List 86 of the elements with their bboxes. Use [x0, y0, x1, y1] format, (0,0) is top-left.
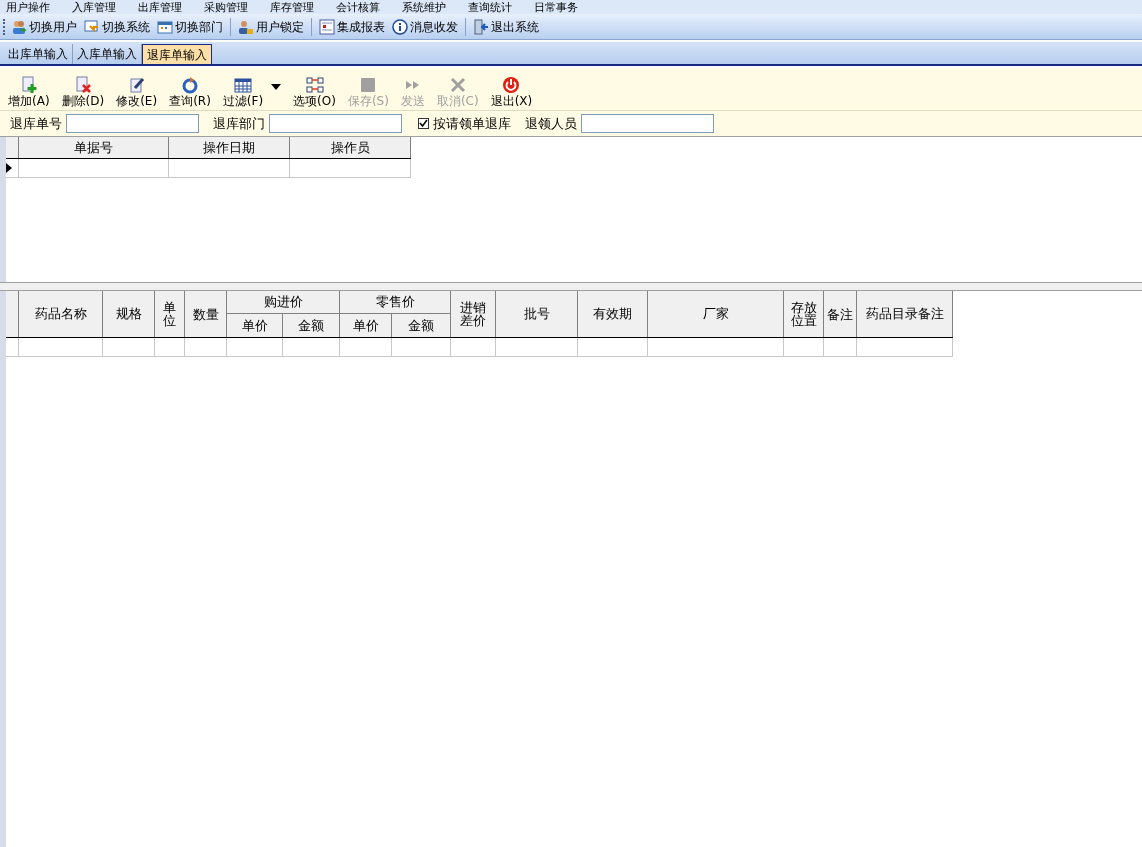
field-label: 退领人员 — [525, 114, 577, 133]
edit-document-icon — [127, 76, 146, 94]
menu-item[interactable]: 入库管理 — [72, 2, 116, 14]
toolbar-button[interactable]: 用户锁定 — [236, 17, 306, 36]
table-cell — [392, 338, 451, 357]
action-button[interactable]: 查询(R) — [169, 76, 211, 108]
column-header[interactable]: 药品目录备注 — [857, 291, 953, 337]
cross-icon — [448, 76, 467, 94]
calendar-icon — [157, 18, 173, 35]
table-cell — [103, 338, 155, 357]
column-header[interactable]: 药品名称 — [19, 291, 103, 337]
column-group-header: 零售价 — [340, 291, 450, 314]
field-label: 退库单号 — [10, 114, 62, 133]
table-cell — [340, 338, 392, 357]
action-button[interactable]: 删除(D) — [61, 76, 105, 108]
checkbox[interactable]: 按请领单退库 — [418, 113, 511, 134]
column-header[interactable]: 操作日期 — [169, 137, 290, 158]
input-field[interactable] — [581, 114, 714, 133]
column-header[interactable]: 金额 — [283, 314, 339, 337]
options-icon — [305, 76, 324, 94]
check-icon — [419, 119, 428, 128]
column-header[interactable]: 规格 — [103, 291, 155, 337]
toolbar-button[interactable]: 切换部门 — [155, 17, 225, 36]
table-cell — [155, 338, 185, 357]
table-cell — [283, 338, 340, 357]
report-icon — [319, 18, 335, 35]
users-icon — [11, 18, 27, 35]
input-field[interactable] — [269, 114, 402, 133]
toolbar-button[interactable]: 切换用户 — [9, 17, 79, 36]
column-header[interactable]: 批号 — [496, 291, 578, 337]
menu-item[interactable]: 出库管理 — [138, 2, 182, 14]
column-header[interactable]: 存放位置 — [784, 291, 824, 337]
input-field[interactable] — [66, 114, 199, 133]
table-cell — [185, 338, 227, 357]
door-exit-icon — [473, 18, 489, 35]
window-arrow-icon — [84, 18, 100, 35]
column-header[interactable]: 单价 — [340, 314, 392, 337]
action-button[interactable]: 增加(A) — [8, 76, 50, 108]
splitter[interactable] — [0, 282, 1142, 291]
table-cell — [451, 338, 496, 357]
column-header[interactable]: 进销差价 — [451, 291, 496, 337]
menu-item[interactable]: 日常事务 — [534, 2, 578, 14]
field-label: 退库部门 — [213, 114, 265, 133]
add-document-icon — [19, 76, 38, 94]
current-row-icon — [6, 163, 12, 173]
toolbar-button[interactable]: 集成报表 — [317, 17, 387, 36]
grid-icon — [233, 76, 252, 94]
toolbar-button[interactable]: 消息收发 — [390, 17, 460, 36]
toolbar-button[interactable]: 退出系统 — [471, 17, 541, 36]
menu-item[interactable]: 会计核算 — [336, 2, 380, 14]
action-button[interactable]: 修改(E) — [116, 76, 158, 108]
user-lock-icon — [238, 18, 254, 35]
grip-handle[interactable] — [3, 18, 6, 35]
menu-item[interactable]: 库存管理 — [270, 2, 314, 14]
table-cell — [784, 338, 824, 357]
column-header[interactable]: 数量 — [185, 291, 227, 337]
refresh-icon — [181, 76, 199, 94]
table-cell — [227, 338, 283, 357]
table-cell — [824, 338, 857, 357]
info-icon — [392, 18, 408, 35]
power-icon — [502, 76, 521, 94]
table-cell — [578, 338, 648, 357]
action-button[interactable]: 选项(O) — [293, 76, 336, 108]
tab[interactable]: 退库单输入 — [142, 44, 212, 64]
column-header[interactable]: 金额 — [392, 314, 450, 337]
menu-item[interactable]: 查询统计 — [468, 2, 512, 14]
column-header[interactable]: 厂家 — [648, 291, 784, 337]
column-group-header: 购进价 — [227, 291, 339, 314]
column-header[interactable]: 单位 — [155, 291, 185, 337]
column-header[interactable]: 单价 — [227, 314, 283, 337]
checkbox-box[interactable] — [418, 118, 429, 129]
save-icon — [359, 76, 378, 94]
column-header[interactable]: 单据号 — [19, 137, 169, 158]
column-header[interactable]: 有效期 — [578, 291, 648, 337]
tab[interactable]: 出库单输入 — [4, 44, 73, 64]
action-button[interactable]: 退出(X) — [490, 76, 533, 108]
column-header[interactable]: 备注 — [824, 291, 857, 337]
menu-item[interactable]: 用户操作 — [6, 2, 50, 14]
row-indicator[interactable] — [6, 159, 19, 178]
column-header[interactable]: 操作员 — [290, 137, 411, 158]
dropdown-arrow-icon[interactable] — [271, 84, 282, 90]
menu-item[interactable]: 系统维护 — [402, 2, 446, 14]
action-button[interactable]: 过滤(F) — [222, 76, 264, 108]
toolbar-button[interactable]: 切换系统 — [82, 17, 152, 36]
menu-item[interactable]: 采购管理 — [204, 2, 248, 14]
delete-document-icon — [73, 76, 92, 94]
